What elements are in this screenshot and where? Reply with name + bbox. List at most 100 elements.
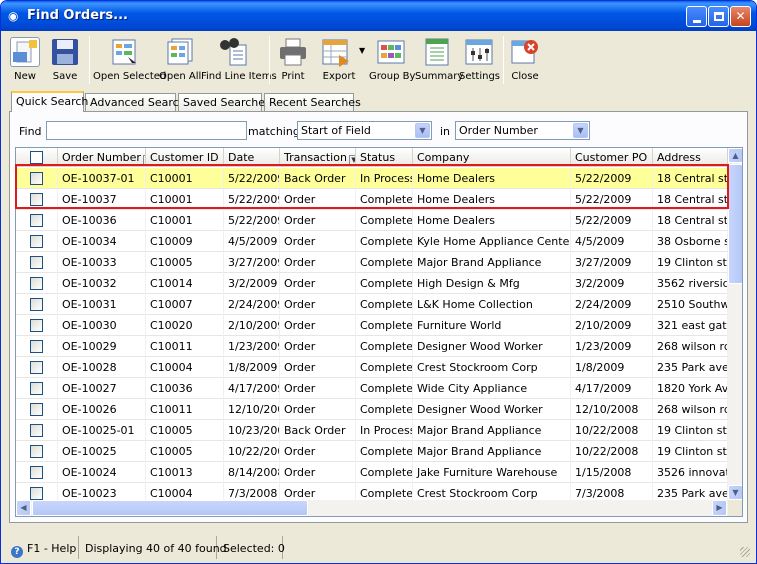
row-select-cell	[16, 252, 58, 273]
row-checkbox[interactable]	[30, 382, 43, 395]
tab-saved-searches[interactable]: Saved Searches	[178, 93, 271, 112]
row-select-cell	[16, 294, 58, 315]
find-line-items-button[interactable]: Find Line Items	[201, 34, 277, 88]
row-checkbox[interactable]	[30, 193, 43, 206]
table-row[interactable]: OE-10032 C10014 3/2/2009 Order Complete High …	[16, 273, 728, 294]
vertical-scrollbar[interactable]: ▲ ▼	[728, 148, 742, 500]
column-header-customer-id[interactable]: Customer ID	[146, 148, 224, 167]
scroll-left-button[interactable]: ◀	[16, 500, 31, 516]
cell-customer-po: 4/17/2009	[571, 378, 653, 399]
select-all-header	[16, 148, 58, 167]
settings-button[interactable]: Settings	[459, 34, 500, 88]
close-window-button[interactable]: ✕	[730, 6, 751, 27]
group-by-button[interactable]: Group By	[369, 34, 415, 88]
cell-customer-po: 3/2/2009	[571, 273, 653, 294]
row-checkbox[interactable]	[30, 214, 43, 227]
cell-status: In Process	[356, 420, 413, 441]
tab-quick-search[interactable]: Quick Search	[11, 91, 88, 112]
row-checkbox[interactable]	[30, 466, 43, 479]
save-button[interactable]: Save	[47, 34, 83, 88]
horizontal-scroll-thumb[interactable]	[32, 500, 308, 516]
row-checkbox[interactable]	[30, 361, 43, 374]
row-checkbox[interactable]	[30, 319, 43, 332]
horizontal-scrollbar[interactable]: ◀ ▶	[16, 500, 728, 516]
find-label: Find	[19, 125, 42, 138]
row-checkbox[interactable]	[30, 487, 43, 500]
table-row[interactable]: OE-10034 C10009 4/5/2009 Order Complete Kyle …	[16, 231, 728, 252]
row-checkbox[interactable]	[30, 445, 43, 458]
chevron-down-icon[interactable]: ▼	[359, 46, 365, 55]
matching-label: matching	[248, 125, 300, 138]
table-row[interactable]: OE-10026C1001112/10/2008OrderCompleteDes…	[16, 399, 728, 420]
cell-customer-po: 5/22/2009	[571, 189, 653, 210]
column-header-date[interactable]: Date	[224, 148, 280, 167]
new-button[interactable]: New	[7, 34, 43, 88]
group-by-icon	[376, 37, 406, 67]
save-label: Save	[52, 71, 78, 82]
row-checkbox[interactable]	[30, 277, 43, 290]
cell-address: 1820 York Ave	[653, 378, 728, 399]
close-x-icon: ✕	[735, 9, 746, 23]
table-row[interactable]: OE-10033 C10005 3/27/2009 Order Complete Majo…	[16, 252, 728, 273]
open-selected-button[interactable]: Open Selected	[93, 34, 166, 88]
print-button[interactable]: Print	[275, 34, 311, 88]
cell-customer-po: 1/15/2008	[571, 462, 653, 483]
table-row[interactable]: OE-10025C1000510/22/2008OrderCompleteMaj…	[16, 441, 728, 462]
column-header-address[interactable]: Address	[653, 148, 728, 167]
close-button[interactable]: Close	[507, 34, 543, 88]
open-all-button[interactable]: Open All	[159, 34, 201, 88]
column-header-status[interactable]: Status	[356, 148, 413, 167]
table-row[interactable]: OE-10025-01C1000510/23/2008Back OrderIn …	[16, 420, 728, 441]
matching-select[interactable]: Start of Field ▼	[297, 121, 432, 140]
table-row[interactable]: OE-10024 C10013 8/14/2008 Order Complete Jake…	[16, 462, 728, 483]
table-row[interactable]: OE-10031 C10007 2/24/2009 Order Complete L&K …	[16, 294, 728, 315]
export-button[interactable]: ▼ Export	[317, 34, 369, 88]
tab-recent-searches[interactable]: Recent Searches	[264, 93, 361, 112]
table-row[interactable]: OE-10028 C10004 1/8/2009 Order Complete Crest…	[16, 357, 728, 378]
table-row[interactable]: OE-10027 C10036 4/17/2009 Order Complete Wide…	[16, 378, 728, 399]
cell-transaction: Order	[280, 441, 356, 462]
cell-customer-po: 2/10/2009	[571, 315, 653, 336]
status-bar: ? F1 - Help Displaying 40 of 40 found Sel…	[5, 536, 752, 559]
table-row[interactable]: OE-10029 C10011 1/23/2009 Order Complete Desi…	[16, 336, 728, 357]
table-row[interactable]: OE-10036 C10001 5/22/2009 Order Complete Home…	[16, 210, 728, 231]
field-select[interactable]: Order Number ▼	[455, 121, 590, 140]
cell-customer-id: C10001	[146, 189, 224, 210]
row-checkbox[interactable]	[30, 403, 43, 416]
title-bar[interactable]: ◉ Find Orders... ✕	[1, 1, 756, 31]
row-checkbox[interactable]	[30, 235, 43, 248]
scroll-right-button[interactable]: ▶	[712, 500, 727, 516]
cell-status: Complete	[356, 294, 413, 315]
table-row[interactable]: OE-10030 C10020 2/10/2009 Order Complete Furn…	[16, 315, 728, 336]
cell-address: 3526 innovatio	[653, 462, 728, 483]
help-status[interactable]: ? F1 - Help	[7, 536, 79, 559]
row-checkbox[interactable]	[30, 424, 43, 437]
scroll-corner	[728, 500, 742, 516]
minimize-button[interactable]	[686, 6, 707, 27]
select-all-checkbox[interactable]	[30, 151, 43, 164]
row-checkbox[interactable]	[30, 298, 43, 311]
table-row[interactable]: OE-10037 C10001 5/22/2009 Order Complete Home…	[16, 189, 728, 210]
summary-button[interactable]: Summary	[415, 34, 463, 88]
row-checkbox[interactable]	[30, 340, 43, 353]
cell-order-number: OE-10025	[58, 441, 146, 462]
find-input[interactable]	[46, 121, 247, 140]
cell-order-number: OE-10032	[58, 273, 146, 294]
cell-transaction: Order	[280, 252, 356, 273]
tab-advanced-search[interactable]: Advanced Search	[85, 93, 186, 112]
filter-icon[interactable]: ▼	[348, 155, 355, 165]
scroll-up-button[interactable]: ▲	[728, 148, 742, 163]
vertical-scroll-thumb[interactable]	[728, 164, 742, 284]
table-row[interactable]: OE-10037-01 C10001 5/22/2009 Back Order In P…	[16, 168, 728, 189]
column-header-order-number[interactable]: Order Number▼	[58, 148, 146, 167]
column-header-transaction[interactable]: Transaction▼	[280, 148, 356, 167]
cell-status: Complete	[356, 441, 413, 462]
column-header-company[interactable]: Company	[413, 148, 571, 167]
column-header-customer-po[interactable]: Customer PO	[571, 148, 653, 167]
printer-icon	[278, 37, 308, 67]
maximize-button[interactable]	[708, 6, 729, 27]
resize-grip[interactable]	[740, 547, 750, 557]
scroll-down-button[interactable]: ▼	[728, 485, 742, 500]
row-checkbox[interactable]	[30, 172, 43, 185]
row-checkbox[interactable]	[30, 256, 43, 269]
